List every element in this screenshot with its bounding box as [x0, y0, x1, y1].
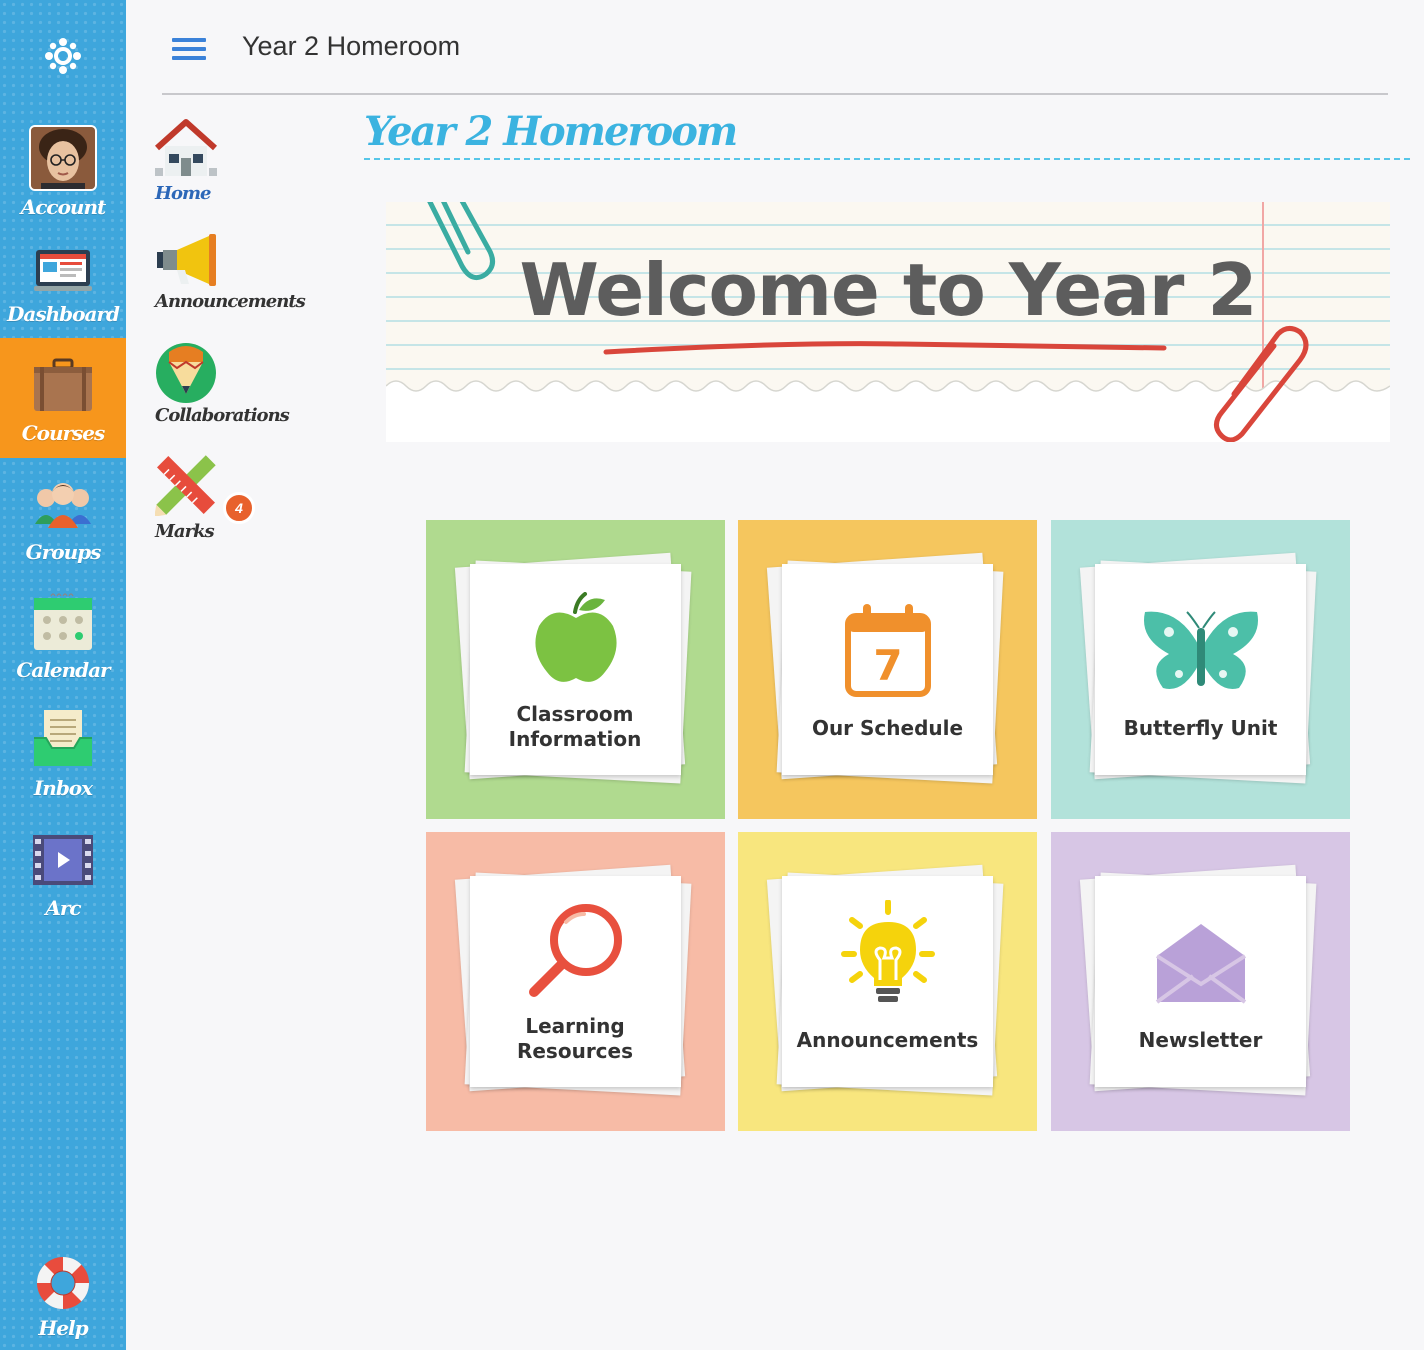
global-nav-account[interactable]: Account: [0, 118, 126, 228]
course-menu-toggle[interactable]: [172, 38, 206, 62]
pencil-badge-icon: [156, 343, 216, 403]
calendar-icon: [34, 593, 92, 650]
pencil-ruler-icon: [154, 455, 216, 517]
global-nav-label: Dashboard: [7, 302, 120, 326]
global-nav-label: Calendar: [16, 658, 110, 682]
global-nav-inbox[interactable]: Inbox: [0, 704, 126, 808]
dashboard-icon: [34, 250, 92, 291]
paperclip-icon: [1214, 326, 1309, 442]
calendar-7-icon: 7: [844, 604, 931, 697]
butterfly-icon: [1143, 611, 1258, 689]
lifebuoy-icon: [36, 1257, 90, 1309]
briefcase-icon: [34, 358, 92, 411]
tile-label: Classroom Information: [508, 702, 642, 751]
welcome-banner: Welcome to Year 2: [386, 202, 1390, 442]
global-nav-label: Courses: [21, 421, 106, 445]
global-nav-label: Inbox: [33, 776, 93, 800]
tile-card: Announcements: [782, 876, 993, 1087]
red-underline-stroke: [603, 341, 1167, 355]
lightbulb-icon: [840, 900, 935, 1002]
tile-card: Newsletter: [1095, 876, 1306, 1087]
course-nav-marks[interactable]: Marks: [154, 454, 217, 542]
course-nav-collaborations[interactable]: Collaborations: [155, 342, 290, 426]
tile-card: Classroom Information: [470, 564, 681, 775]
global-nav-courses[interactable]: Courses: [0, 338, 126, 458]
header-divider: [162, 93, 1388, 95]
inbox-icon: [34, 710, 92, 766]
tile-label: Newsletter: [1138, 1028, 1263, 1052]
tile-card: Butterfly Unit: [1095, 564, 1306, 775]
magnifier-icon: [528, 904, 622, 997]
global-nav-label: Groups: [25, 540, 102, 564]
course-nav-label: Announcements: [155, 291, 306, 312]
apple-icon: [534, 592, 617, 682]
megaphone-icon: [157, 234, 216, 286]
tile-newsletter[interactable]: Newsletter: [1051, 832, 1350, 1131]
global-nav-label: Arc: [45, 896, 81, 920]
svg-text:7: 7: [873, 641, 902, 690]
course-nav-announcements[interactable]: Announcements: [155, 232, 306, 312]
groups-icon: [35, 483, 91, 528]
tile-butterfly-unit[interactable]: Butterfly Unit: [1051, 520, 1350, 819]
tile-card: 7 Our Schedule: [782, 564, 993, 775]
house-icon: [154, 119, 218, 176]
breadcrumb[interactable]: Year 2 Homeroom: [242, 31, 460, 62]
tile-learning-resources[interactable]: Learning Resources: [426, 832, 725, 1131]
page-title: Year 2 Homeroom: [364, 108, 738, 155]
course-nav-label: Marks: [155, 521, 215, 542]
global-nav-dashboard[interactable]: Dashboard: [0, 236, 126, 336]
global-nav-arc[interactable]: Arc: [0, 824, 126, 928]
tile-announcements[interactable]: Announcements: [738, 832, 1037, 1131]
global-nav-groups[interactable]: Groups: [0, 470, 126, 574]
tile-label: Our Schedule: [811, 716, 964, 740]
title-divider: [364, 158, 1410, 160]
course-nav-label: Collaborations: [155, 405, 290, 426]
envelope-icon: [1155, 924, 1246, 1004]
banner-heading: Welcome to Year 2: [519, 248, 1258, 332]
global-nav-label: Account: [20, 195, 107, 219]
global-nav: Account Dashboard Courses Groups Calenda…: [0, 0, 126, 1350]
course-nav-home[interactable]: Home: [154, 118, 218, 204]
course-nav-label: Home: [155, 183, 212, 204]
film-icon: [33, 835, 93, 885]
global-nav-label: Help: [38, 1316, 88, 1340]
tile-label: Announcements: [796, 1028, 979, 1052]
global-nav-calendar[interactable]: Calendar: [0, 586, 126, 692]
tile-label: Learning Resources: [516, 1014, 634, 1063]
marks-unread-badge: 4: [223, 492, 255, 524]
global-nav-help[interactable]: Help: [0, 1244, 126, 1350]
canvas-logo-icon[interactable]: [40, 33, 86, 79]
tile-label: Butterfly Unit: [1123, 716, 1278, 740]
account-avatar: [29, 125, 97, 191]
tile-classroom-information[interactable]: Classroom Information: [426, 520, 725, 819]
tile-our-schedule[interactable]: 7 Our Schedule: [738, 520, 1037, 819]
tile-card: Learning Resources: [470, 876, 681, 1087]
